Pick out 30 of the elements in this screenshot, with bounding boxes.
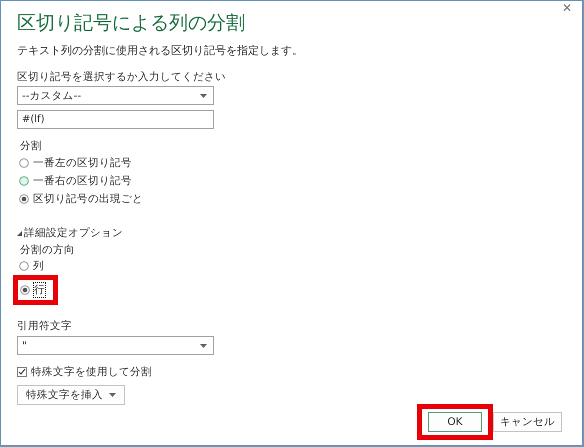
- field-label: 区切り記号を選択するか入力してください: [17, 70, 227, 84]
- triangle-icon: [17, 230, 22, 236]
- cancel-button[interactable]: キャンセル: [493, 412, 562, 432]
- radio-label: 区切り記号の出現ごと: [33, 192, 143, 206]
- radio-label: 列: [33, 259, 44, 273]
- delimiter-dropdown[interactable]: --カスタム--: [17, 86, 214, 105]
- radio-label: 行: [34, 283, 45, 297]
- radio-label: 一番右の区切り記号: [33, 174, 132, 188]
- radio-button[interactable]: 行: [20, 281, 45, 299]
- field-label: 引用符文字: [17, 319, 73, 333]
- radio-button[interactable]: 一番左の区切り記号: [19, 154, 132, 172]
- radio-label: 一番左の区切り記号: [33, 156, 132, 170]
- caret-icon: [200, 344, 207, 348]
- custom-delimiter-field[interactable]: #(lf): [17, 110, 214, 129]
- section-label: 分割の方向: [20, 243, 76, 257]
- ok-button[interactable]: OK: [428, 412, 482, 432]
- dropdown-value: --カスタム--: [22, 88, 82, 102]
- description-text: テキスト列の分割に使用される区切り記号を指定します。: [17, 43, 304, 58]
- dropdown-value: ": [22, 340, 27, 352]
- close-button[interactable]: ✕: [560, 1, 574, 15]
- radio-button[interactable]: 一番右の区切り記号: [19, 172, 132, 190]
- section-label: 分割: [20, 139, 43, 153]
- radio-button[interactable]: 列: [19, 257, 44, 275]
- caret-icon: [200, 94, 207, 98]
- caret-icon: [109, 393, 116, 397]
- quote-dropdown[interactable]: ": [17, 336, 214, 355]
- radio-button[interactable]: 区切り記号の出現ごと: [19, 190, 143, 208]
- insert-special-button[interactable]: 特殊文字を挿入: [17, 385, 125, 405]
- checkbox-icon: [17, 367, 27, 377]
- dialog-title: 区切り記号による列の分割: [17, 11, 246, 35]
